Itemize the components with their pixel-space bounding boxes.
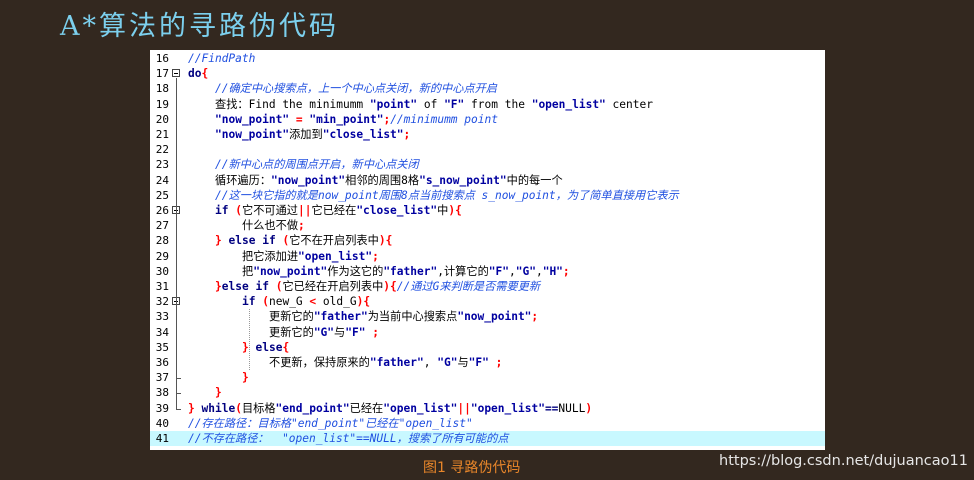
code-line[interactable]: 29 把它添加进"open_list";	[150, 249, 825, 264]
code-text: //新中心点的周围点开启，新中心点关闭	[215, 158, 419, 172]
code-text: 不更新，保持原来的"father", "G"与"F" ;	[269, 356, 503, 369]
line-number: 31	[155, 280, 169, 293]
code-text: } else{	[242, 340, 290, 354]
code-line[interactable]: 37 }	[150, 370, 825, 385]
code-line[interactable]: 30 把"now_point"作为这它的"father",计算它的"F","G"…	[150, 264, 825, 279]
line-number: 28	[155, 234, 169, 248]
code-line[interactable]: 20 "now_point" = "min_point";//minimumm …	[150, 112, 825, 127]
fold-toggle-icon[interactable]	[172, 69, 180, 78]
code-line[interactable]: 35 } else{	[150, 340, 825, 355]
figure-caption: 图1 寻路伪代码	[423, 460, 521, 476]
code-line[interactable]: 31 }else if (它已经在开启列表中){//通过G来判断是否需要更新	[150, 279, 825, 294]
fold-guide	[176, 78, 177, 409]
code-line[interactable]: 19 查找：Find the minimumm "point" of "F" f…	[150, 97, 825, 112]
line-number: 39	[155, 401, 169, 415]
slide-title: A*算法的寻路伪代码	[60, 11, 339, 42]
line-number: 36	[155, 356, 169, 369]
line-number: 33	[155, 310, 169, 324]
code-line[interactable]: 26 if (它不可通过||它已经在"close_list"中){	[150, 203, 825, 218]
line-number: 23	[155, 158, 169, 172]
code-text: //存在路径：目标格"end_point"已经在"open_list"	[188, 416, 473, 430]
code-text: //FindPath	[188, 52, 256, 65]
code-line[interactable]: 21 "now_point"添加到"close_list";	[150, 127, 825, 142]
line-number: 16	[155, 52, 169, 65]
code-line[interactable]: 28 } else if (它不在开启列表中){	[150, 233, 825, 248]
line-number: 18	[155, 82, 169, 96]
line-number: 41	[155, 432, 169, 445]
code-text: 查找：Find the minimumm "point" of "F" from…	[215, 97, 653, 111]
watermark-url: https://blog.csdn.net/dujuancao11	[719, 453, 968, 469]
line-number: 34	[155, 325, 169, 339]
code-line[interactable]: 33 更新它的"father"为当前中心搜索点"now_point";	[150, 309, 825, 324]
code-line[interactable]: 16 //FindPath	[150, 51, 825, 66]
code-text: if (它不可通过||它已经在"close_list"中){	[215, 204, 462, 217]
code-line[interactable]: 18 //确定中心搜索点，上一个中心点关闭，新的中心点开启	[150, 81, 825, 96]
code-line[interactable]: 25 //这一块它指的就是now_point周围8点当前搜索点 s_now_po…	[150, 188, 825, 203]
code-line[interactable]: 38 }	[150, 385, 825, 400]
indent-guide	[249, 309, 250, 371]
fold-end-marker	[176, 393, 181, 395]
line-number: 25	[155, 188, 169, 202]
line-number: 20	[155, 112, 169, 126]
code-line[interactable]: 23 //新中心点的周围点开启，新中心点关闭	[150, 157, 825, 172]
code-text: } else if (它不在开启列表中){	[215, 234, 393, 248]
code-text: 更新它的"G"与"F" ;	[269, 325, 379, 339]
code-text: if (new_G < old_G){	[242, 295, 371, 309]
line-number: 30	[155, 264, 169, 278]
line-number: 37	[155, 371, 169, 385]
code-text: "now_point"添加到"close_list";	[215, 128, 411, 141]
line-number: 29	[155, 249, 169, 263]
code-text: //不存在路径： "open_list"==NULL，搜索了所有可能的点	[188, 432, 509, 445]
line-number: 38	[155, 386, 169, 400]
code-line[interactable]: 22	[150, 142, 825, 157]
code-text: 什么也不做;	[242, 219, 305, 233]
code-line[interactable]: 36 不更新，保持原来的"father", "G"与"F" ;	[150, 355, 825, 370]
code-text: 把它添加进"open_list";	[242, 249, 379, 263]
code-text: }else if (它已经在开启列表中){//通过G来判断是否需要更新	[215, 280, 541, 293]
code-line[interactable]: 40 //存在路径：目标格"end_point"已经在"open_list"	[150, 416, 825, 431]
fold-end-marker	[176, 378, 181, 380]
code-line[interactable]: 27 什么也不做;	[150, 218, 825, 233]
code-text: //这一块它指的就是now_point周围8点当前搜索点 s_now_point…	[215, 188, 679, 202]
code-line[interactable]: 41 //不存在路径： "open_list"==NULL，搜索了所有可能的点	[150, 431, 825, 447]
line-number: 40	[155, 416, 169, 430]
code-line[interactable]: 39 } while(目标格"end_point"已经在"open_list"||…	[150, 401, 825, 416]
code-line[interactable]: 32 if (new_G < old_G){	[150, 294, 825, 309]
line-number: 21	[155, 128, 169, 141]
code-text: "now_point" = "min_point";//minimumm poi…	[215, 112, 498, 126]
fold-end-marker	[176, 408, 181, 410]
code-text: do{	[188, 67, 209, 81]
line-number: 27	[155, 219, 169, 233]
code-text: //确定中心搜索点，上一个中心点关闭，新的中心点开启	[215, 82, 497, 96]
line-number: 17	[155, 67, 169, 81]
code-text: 更新它的"father"为当前中心搜索点"now_point";	[269, 310, 539, 324]
line-number: 32	[155, 295, 169, 309]
line-number: 26	[155, 204, 169, 217]
line-number: 22	[155, 143, 169, 157]
code-text: }	[215, 386, 222, 400]
line-number: 24	[155, 173, 169, 187]
code-text: 循环遍历："now_point"相邻的周围8格"s_now_point"中的每一…	[215, 173, 563, 187]
code-text: 把"now_point"作为这它的"father",计算它的"F","G","H…	[242, 264, 570, 278]
code-line[interactable]: 24 循环遍历："now_point"相邻的周围8格"s_now_point"中…	[150, 173, 825, 188]
code-text: } while(目标格"end_point"已经在"open_list"||"o…	[188, 401, 593, 415]
code-line[interactable]: 17 do{	[150, 66, 825, 81]
line-number: 35	[155, 340, 169, 354]
code-line[interactable]: 34 更新它的"G"与"F" ;	[150, 325, 825, 340]
code-editor[interactable]: 16//FindPath 17 do{18 //确定中心搜索点，上一个中心点关闭，新…	[150, 50, 825, 450]
line-number: 19	[155, 97, 169, 111]
code-text: }	[242, 371, 249, 385]
